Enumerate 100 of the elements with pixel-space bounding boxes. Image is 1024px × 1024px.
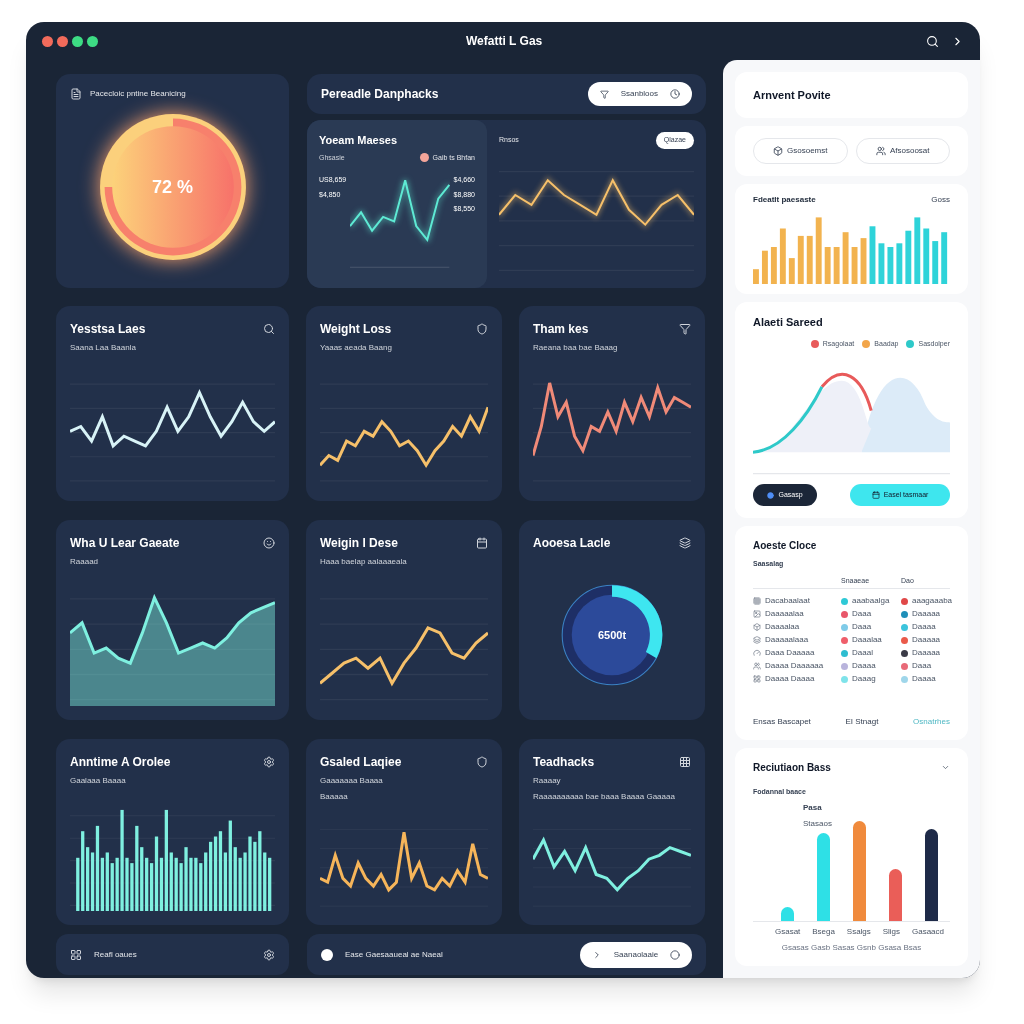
card-icon[interactable] xyxy=(679,323,691,335)
chart-bar xyxy=(887,247,894,284)
action-button[interactable]: Saanaolaaie xyxy=(580,941,692,968)
gauge-value: 6500t xyxy=(597,627,627,643)
card-title: Reciutiaon Bass xyxy=(753,761,831,775)
chevron-right-icon xyxy=(592,949,602,960)
overview-title: Pereadle Danphacks xyxy=(321,86,439,103)
chart-bar xyxy=(797,235,804,284)
chart-bar xyxy=(824,247,831,284)
footer-label: Ease Gaesaaueal ae Naeal xyxy=(345,948,443,961)
card-subtitle: Haaa baelap aalaaaeala xyxy=(320,556,408,568)
footer-label: Reafl oaues xyxy=(94,948,137,961)
card-title: Tham kes xyxy=(533,321,589,338)
card-title: Gsaled Laqiee xyxy=(320,754,402,771)
dropdown-caret-icon[interactable] xyxy=(941,763,950,772)
filter-button[interactable]: Ssanbloos xyxy=(587,82,692,106)
card-subtitle: Raeana baa bae Baaag xyxy=(533,342,619,354)
search-icon[interactable] xyxy=(926,34,939,48)
card-icon[interactable] xyxy=(679,537,691,549)
axis-label: Gsasat xyxy=(774,926,801,938)
row-icon xyxy=(753,675,761,683)
card-title: Aoeste Cloce xyxy=(753,539,818,553)
card-title: Weight Loss xyxy=(320,321,392,338)
table-cell: Daaaaa xyxy=(912,608,941,620)
row-icon xyxy=(753,662,761,670)
card-subtitle: Saana Laa Baanla xyxy=(70,342,137,354)
chart-bar xyxy=(932,241,939,284)
card-note: Baaaaa xyxy=(320,791,349,803)
settings-icon[interactable] xyxy=(263,948,275,961)
table-cell: Daaa xyxy=(852,621,872,633)
status-icon xyxy=(321,948,333,961)
chart-bar xyxy=(860,238,867,284)
card-icon[interactable] xyxy=(263,537,275,549)
chart-bar xyxy=(923,228,930,284)
card-title: Teadhacks xyxy=(533,754,595,771)
table-cell: Dacabaalaat xyxy=(765,595,810,607)
table-cell: Daaaa xyxy=(912,621,936,633)
table-cell: Daaaa xyxy=(912,673,936,685)
card-note: Raaaaaaaaaa bae baaa Baaaa Gaaaaa xyxy=(533,791,676,803)
cube-icon xyxy=(773,146,783,156)
table-cell: Daaal xyxy=(852,647,873,659)
table-cell: Daaaa xyxy=(852,660,876,672)
peak-sublabel: Stasaos xyxy=(802,817,833,830)
chart-bar xyxy=(851,247,858,284)
panel-title: Yoeam Maeses xyxy=(319,133,399,148)
circle-icon xyxy=(670,949,680,960)
row-icon xyxy=(753,597,761,605)
card-icon[interactable] xyxy=(476,323,488,335)
table-cell: Daaaa Daaaaaa xyxy=(765,660,824,672)
chart-bar xyxy=(761,250,768,284)
axis-label: Bsega xyxy=(812,926,835,938)
axis-label: Ssalgs xyxy=(846,926,871,938)
card-icon[interactable] xyxy=(476,756,488,768)
card-icon[interactable] xyxy=(476,537,488,549)
table-cell: Daaalaa xyxy=(852,634,882,646)
axis-label: Gasaacd xyxy=(911,926,944,938)
card-icon[interactable] xyxy=(263,756,275,768)
card-title: Aooesa Lacle xyxy=(533,535,611,552)
card-title: Fdeatlt paesaste xyxy=(753,194,816,206)
chart-bar xyxy=(869,226,876,284)
chart-bar xyxy=(896,243,903,284)
card-subtitle: Yaaas aeada Baang xyxy=(320,342,393,354)
card-icon[interactable] xyxy=(679,756,691,768)
chart-bar xyxy=(806,235,813,284)
clock-icon xyxy=(670,89,680,99)
table-cell: Daaaa Daaaa xyxy=(765,673,815,685)
chart-bar xyxy=(770,247,777,284)
filter-icon xyxy=(599,89,609,99)
row-icon xyxy=(753,649,761,657)
table-footer-text: Ensas Bascapet xyxy=(753,716,811,728)
card-title: Pacecloic pntine Beanicing xyxy=(90,88,186,100)
window-title: Wefatti L Gas xyxy=(466,33,543,50)
table-cell: Daaa xyxy=(852,608,872,620)
chart-bar xyxy=(779,228,786,284)
table-footer-text: EI Stnagt xyxy=(845,716,879,728)
table-cell: Daaaaalaaa xyxy=(765,634,809,646)
card-subtitle: Gaaaaaaa Baaaa xyxy=(320,775,384,787)
table-cell: aaabaalga xyxy=(852,595,890,607)
card-title: Yesstsa Laes xyxy=(70,321,146,338)
card-icon[interactable] xyxy=(263,323,275,335)
card-subtitle: Gaalaaa Baaaa xyxy=(70,775,127,787)
card-title: Wha U Lear Gaeate xyxy=(70,535,180,552)
card-title: Anntime A Orolee xyxy=(70,754,171,771)
row-icon xyxy=(753,623,761,631)
table-cell: Daaa xyxy=(912,660,932,672)
donut-value: 72 % xyxy=(152,175,193,199)
row-icon xyxy=(753,636,761,644)
axis-label: Sligs xyxy=(882,926,901,938)
card-title: Alaeti Sareed xyxy=(753,315,824,330)
table-cell: Daaaaa xyxy=(912,647,941,659)
chart-bar xyxy=(842,232,849,284)
table-cell: Daaaalaa xyxy=(765,621,800,633)
grid-icon xyxy=(70,948,82,961)
dot-icon xyxy=(767,491,775,499)
chart-bar xyxy=(788,258,795,284)
table-cell: Daaaaalaa xyxy=(765,608,804,620)
card-subtitle: Raaaad xyxy=(70,556,100,568)
card-subtitle: Raaaay xyxy=(533,775,562,787)
table-cell: Daaa Daaaaa xyxy=(765,647,815,659)
peak-label: Pasa xyxy=(802,801,823,814)
